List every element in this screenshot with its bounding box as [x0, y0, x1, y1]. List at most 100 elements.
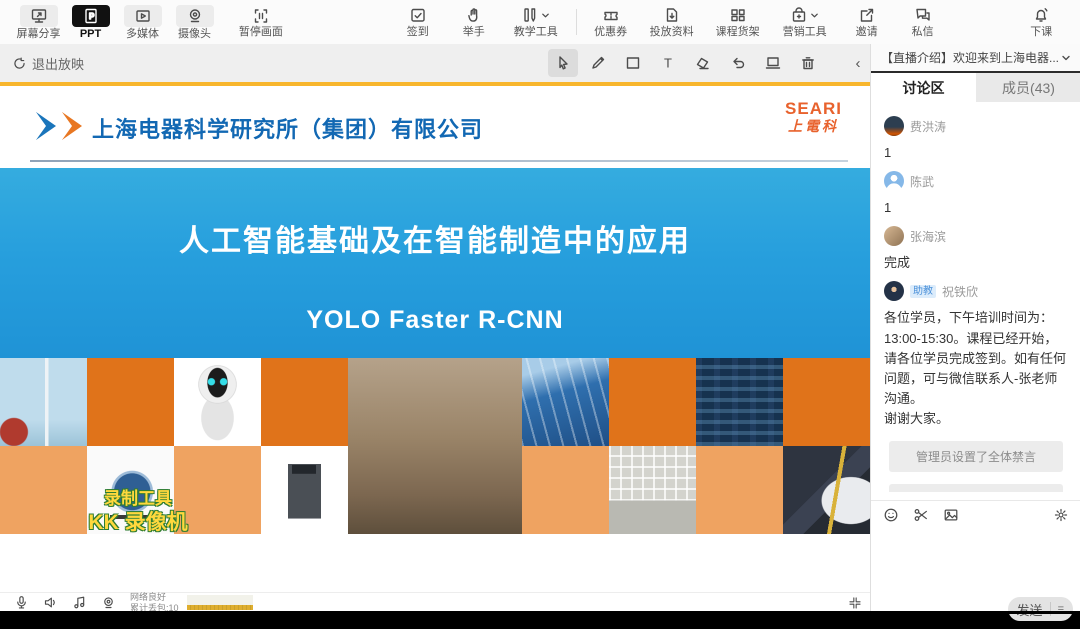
- media-play-icon: [124, 5, 162, 27]
- send-button[interactable]: 发送 =: [1008, 597, 1073, 621]
- undo-tool[interactable]: [723, 49, 753, 77]
- teaching-tools-icon: [521, 6, 539, 24]
- company-title: 上海电器科学研究所（集团）有限公司: [92, 112, 483, 144]
- screen-share-button[interactable]: 屏幕分享: [13, 0, 65, 44]
- raise-hand-icon: [465, 6, 483, 24]
- presentation-toolbar: 退出放映 T ‹ ›: [0, 44, 870, 83]
- speaker-icon[interactable]: [43, 595, 58, 610]
- collage-orange-tile: [87, 358, 174, 446]
- music-note-icon[interactable]: [72, 595, 87, 610]
- image-icon[interactable]: [943, 507, 959, 523]
- message-text: 各位学员，下午培训时间为：13:00-15:30。课程已经开始，请各位学员完成签…: [884, 308, 1068, 429]
- svg-text:P: P: [89, 12, 95, 21]
- chat-input-toolbar: [871, 501, 1080, 529]
- materials-icon: [663, 6, 681, 24]
- teaching-tools-button[interactable]: 教学工具: [502, 0, 570, 44]
- pause-screen-button[interactable]: 暂停画面: [235, 0, 287, 44]
- sign-in-button[interactable]: 签到: [390, 0, 446, 44]
- send-label: 发送: [1017, 600, 1043, 619]
- camera-button[interactable]: 摄像头: [169, 0, 221, 44]
- screen-share-label: 屏幕分享: [17, 29, 61, 40]
- rectangle-tool[interactable]: [618, 49, 648, 77]
- camera-label: 摄像头: [178, 29, 211, 40]
- tab-members[interactable]: 成员(43): [976, 73, 1080, 102]
- course-shelf-label: 课程货架: [716, 27, 760, 38]
- toolbar-divider: [576, 9, 577, 35]
- exit-presentation-icon: [12, 56, 27, 71]
- pencil-tool[interactable]: [583, 49, 613, 77]
- chevron-down-icon: [810, 11, 819, 20]
- raise-hand-button[interactable]: 举手: [446, 0, 502, 44]
- course-shelf-icon: [729, 6, 747, 24]
- avatar: [884, 281, 904, 301]
- sender-name: 费洪涛: [910, 118, 946, 135]
- webcam-icon: [176, 5, 214, 27]
- screen-share-icon: [20, 5, 58, 27]
- chat-message-list[interactable]: 费洪涛 1 陈武 1 张海滨 完成 助教 祝铁欣 各位学员，下午培训时间为：: [871, 102, 1080, 492]
- sidebar-header[interactable]: 【直播介绍】欢迎来到上海电器...: [871, 44, 1080, 73]
- coupon-button[interactable]: 优惠券: [583, 0, 639, 44]
- emoji-icon[interactable]: [883, 507, 899, 523]
- end-class-label: 下课: [1030, 27, 1052, 38]
- collage-photo-robot: [174, 358, 261, 446]
- exit-presentation-button[interactable]: 退出放映: [12, 54, 84, 73]
- marketing-tools-button[interactable]: 营销工具: [771, 0, 839, 44]
- multimedia-button[interactable]: 多媒体: [117, 0, 169, 44]
- live-chat-sidebar: 【直播介绍】欢迎来到上海电器... 讨论区 成员(43) 费洪涛 1 陈武 1: [870, 44, 1080, 611]
- screenshot-scissors-icon[interactable]: [913, 507, 929, 523]
- chat-message: 陈武 1: [884, 171, 1068, 218]
- ppt-button[interactable]: P PPT: [65, 0, 117, 44]
- sign-in-icon: [409, 6, 427, 24]
- invite-button[interactable]: 邀请: [839, 0, 895, 44]
- end-class-button[interactable]: 下课: [1013, 0, 1069, 44]
- header-rule: [30, 160, 848, 162]
- microphone-icon[interactable]: [14, 595, 29, 610]
- clear-trash-tool[interactable]: [793, 49, 823, 77]
- watermark-line1: 录制工具: [58, 490, 218, 509]
- chat-message: 张海滨 完成: [884, 226, 1068, 273]
- collage-orange-tile: [609, 358, 696, 446]
- materials-button[interactable]: 投放资料: [639, 0, 705, 44]
- collage-photo-institute-building: [348, 358, 522, 534]
- ppt-icon: P: [72, 5, 110, 27]
- coupon-label: 优惠券: [594, 27, 627, 38]
- marketing-tools-icon: [790, 6, 808, 24]
- course-shelf-button[interactable]: 课程货架: [705, 0, 771, 44]
- network-sparkline: [187, 595, 253, 610]
- collage-orange-tile-light: [522, 446, 609, 534]
- chevron-decoration-orange: [62, 112, 82, 140]
- status-bar: 网络良好 累计丢包:10: [0, 592, 870, 612]
- coupon-icon: [602, 6, 620, 24]
- webcam-status-icon[interactable]: [101, 595, 116, 610]
- collage-photo-test-chamber: [609, 446, 696, 534]
- avatar: [884, 226, 904, 246]
- chat-bubbles-icon: [914, 6, 932, 24]
- collapse-toolbar-icon[interactable]: [848, 593, 862, 612]
- previous-slide-button[interactable]: ‹: [847, 55, 869, 72]
- slide-subtitle: YOLO Faster R-CNN: [0, 306, 870, 335]
- pause-screen-label: 暂停画面: [239, 27, 283, 38]
- live-intro-title: 【直播介绍】欢迎来到上海电器...: [881, 49, 1061, 66]
- tab-discussion[interactable]: 讨论区: [871, 73, 976, 102]
- collage-photo-electric-car: [783, 446, 870, 534]
- sign-in-label: 签到: [407, 27, 429, 38]
- gear-icon[interactable]: [1053, 507, 1069, 523]
- ppt-slide: 上海电器科学研究所（集团）有限公司 SEARI 上電科 人工智能基础及在智能制造…: [0, 82, 870, 592]
- eraser-tool[interactable]: [688, 49, 718, 77]
- chat-input-area[interactable]: [871, 529, 1080, 595]
- pause-screen-icon: [252, 7, 270, 25]
- marketing-tools-label: 营销工具: [783, 27, 827, 38]
- select-cursor-tool[interactable]: [548, 49, 578, 77]
- slide-header: 上海电器科学研究所（集团）有限公司 SEARI 上電科: [0, 86, 870, 168]
- private-message-button[interactable]: 私信: [895, 0, 951, 44]
- message-text: 1: [884, 198, 1068, 218]
- collage-orange-tile: [261, 358, 348, 446]
- chevron-down-icon[interactable]: [1061, 53, 1071, 63]
- exit-presentation-label: 退出放映: [32, 54, 84, 73]
- end-class-bell-icon: [1032, 6, 1050, 24]
- whiteboard-tool[interactable]: [758, 49, 788, 77]
- network-quality-label: 网络良好: [130, 593, 179, 602]
- invite-icon: [858, 6, 876, 24]
- assistant-badge: 助教: [910, 285, 936, 298]
- text-tool[interactable]: T: [653, 49, 683, 77]
